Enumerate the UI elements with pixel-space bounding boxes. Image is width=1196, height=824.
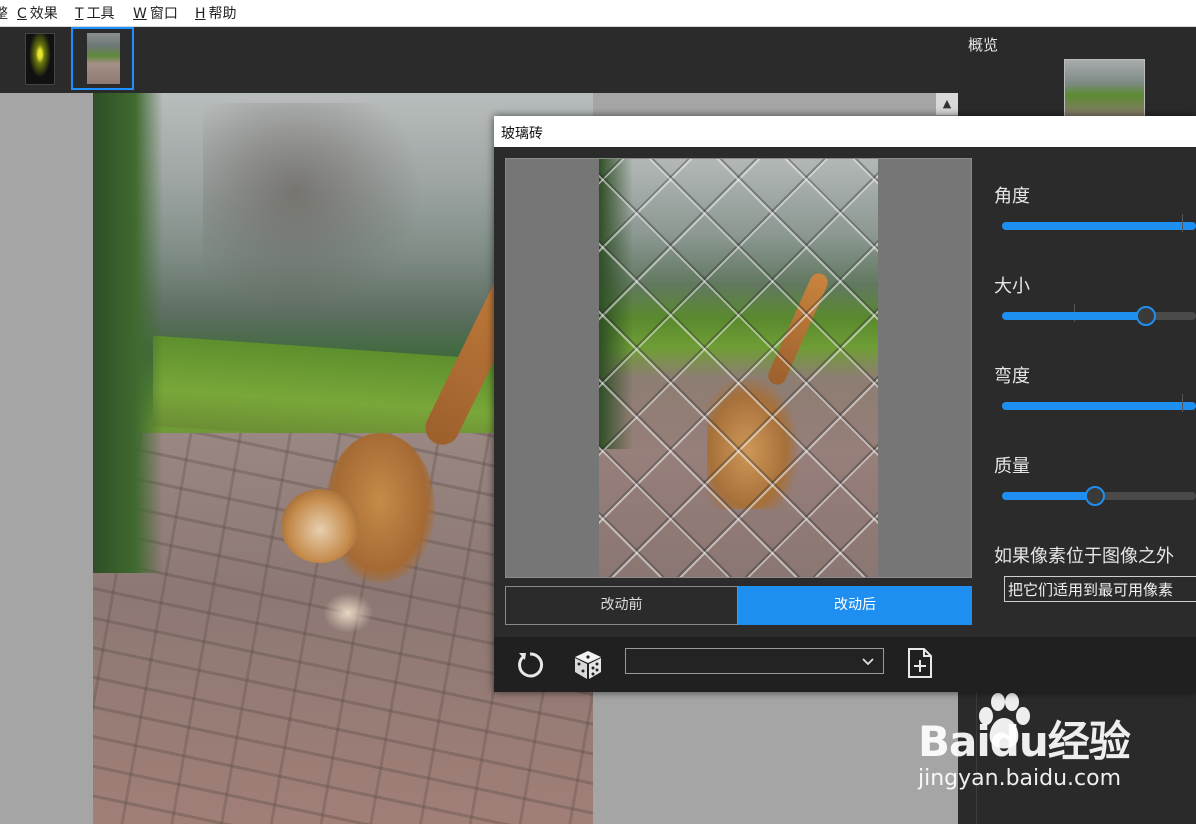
image-tab-thumbnail-2-selected[interactable] (71, 27, 134, 90)
quality-slider-thumb[interactable] (1085, 486, 1105, 506)
param-label-size: 大小 (994, 276, 1030, 297)
size-slider-fill (1002, 312, 1144, 320)
effect-preview[interactable] (505, 158, 972, 578)
reset-icon[interactable] (514, 649, 546, 681)
dice-icon[interactable] (572, 649, 604, 681)
curvature-slider[interactable] (1002, 402, 1196, 410)
after-button[interactable]: 改动后 (738, 586, 972, 625)
watermark-brand: Baidu经验 (918, 717, 1131, 766)
image-tab-thumbnail-1[interactable] (25, 33, 55, 85)
menu-bar: 整 C 效果 T 工具 W 窗口 H 帮助 (0, 0, 1196, 27)
outside-pixels-select[interactable]: 把它们适用到最可用像素 (1004, 576, 1196, 602)
menu-window[interactable]: W 窗口 (133, 5, 178, 23)
watermark-url: jingyan.baidu.com (918, 766, 1122, 791)
outside-pixels-label: 如果像素位于图像之外 (994, 546, 1174, 567)
glass-tile-dialog: 玻璃砖 改动前 改动后 角度 大小 弯度 质量 如果像素位于图像之外 把它们适用… (494, 116, 1196, 692)
add-preset-icon[interactable] (907, 647, 933, 679)
param-label-curvature: 弯度 (994, 366, 1030, 387)
dialog-bottom-bar (494, 637, 1196, 692)
menu-effects[interactable]: C 效果 (17, 5, 58, 23)
baidu-watermark: Baidu经验 jingyan.baidu.com (916, 692, 1186, 802)
quality-slider-fill (1002, 492, 1094, 500)
image-tabs-strip (0, 27, 958, 93)
param-label-quality: 质量 (994, 456, 1030, 477)
preset-select[interactable] (625, 648, 884, 674)
dialog-title[interactable]: 玻璃砖 (494, 116, 1196, 147)
chevron-down-icon (862, 658, 874, 666)
overview-title: 概览 (968, 36, 999, 54)
overview-thumbnail[interactable] (1064, 59, 1145, 119)
param-label-angle: 角度 (994, 186, 1030, 207)
thumbnail-image (87, 33, 120, 84)
size-slider-thumb[interactable] (1136, 306, 1156, 326)
menu-tools[interactable]: T 工具 (75, 5, 115, 23)
before-button[interactable]: 改动前 (505, 586, 738, 625)
menu-image[interactable]: 整 (0, 5, 8, 23)
preview-image (599, 159, 878, 577)
caret-up-icon[interactable]: ▲ (936, 93, 958, 115)
size-slider[interactable] (1002, 312, 1196, 320)
angle-slider[interactable] (1002, 222, 1196, 230)
menu-help[interactable]: H 帮助 (195, 5, 237, 23)
angle-slider-fill (1002, 222, 1196, 230)
curvature-slider-fill (1002, 402, 1196, 410)
